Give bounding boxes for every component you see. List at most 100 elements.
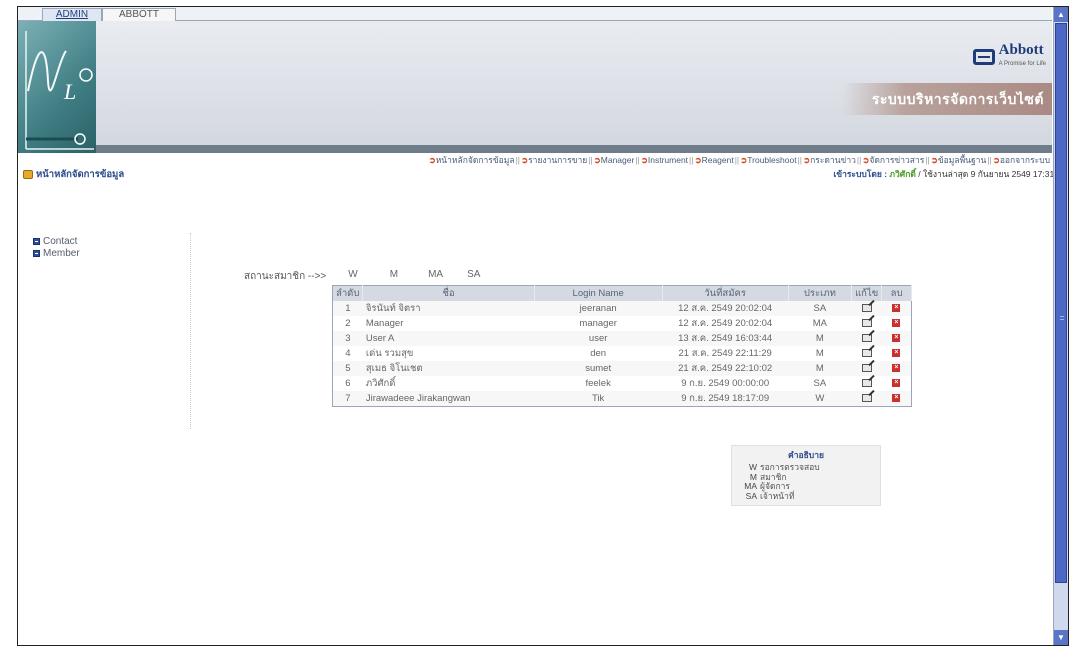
sidebar-item-contact[interactable]: Contact bbox=[33, 235, 80, 247]
row-type: W bbox=[788, 391, 852, 407]
row-type: M bbox=[788, 361, 852, 376]
filter-option-ma[interactable]: MA bbox=[428, 269, 443, 284]
nav-item[interactable]: Manager bbox=[601, 155, 635, 165]
nav-arrow-icon: ➲ bbox=[694, 155, 702, 165]
row-login: feelek bbox=[585, 378, 611, 389]
scroll-up-icon[interactable]: ▲ bbox=[1054, 7, 1068, 22]
tab-admin[interactable]: ADMIN bbox=[42, 8, 102, 21]
edit-cell bbox=[851, 361, 882, 376]
table-row: 3 User Auser 13 ส.ค. 2549 16:03:44 M × bbox=[332, 331, 912, 346]
delete-icon[interactable]: × bbox=[892, 334, 901, 343]
edit-icon[interactable] bbox=[861, 319, 872, 328]
delete-icon[interactable]: × bbox=[892, 394, 901, 403]
edit-icon[interactable] bbox=[861, 394, 872, 403]
legend-desc: เจ้าหน้าที่ bbox=[760, 490, 795, 501]
nav-arrow-icon: ➲ bbox=[640, 155, 648, 165]
edit-cell bbox=[851, 391, 882, 407]
session-info: เข้าระบบโดย : ภวิศักดิ์ / ใช้งานล่าสุด 9… bbox=[833, 167, 1066, 181]
sidebar: Contact Member bbox=[33, 235, 80, 259]
edit-icon[interactable] bbox=[861, 334, 872, 343]
nav-item[interactable]: หน้าหลักจัดการข้อมูล bbox=[436, 155, 515, 165]
row-date: 9 ก.ย. 2549 18:17:09 bbox=[662, 391, 789, 407]
folder-icon bbox=[23, 170, 33, 179]
delete-icon[interactable]: × bbox=[892, 304, 901, 313]
row-number: 3 bbox=[332, 331, 363, 346]
row-date: 12 ส.ค. 2549 20:02:04 bbox=[662, 301, 789, 316]
row-number: 4 bbox=[345, 348, 351, 359]
legend-box: คำอธิบาย W รอการตรวจสอบ M สมาชิก MA ผู้จัดการ… bbox=[731, 445, 881, 506]
row-name: เด่น รวมสุข bbox=[365, 348, 414, 359]
legend-row: SA เจ้าหน้าที่ bbox=[732, 490, 880, 502]
home-link[interactable]: หน้าหลักจัดการข้อมูล bbox=[23, 167, 124, 182]
delete-cell: × bbox=[881, 361, 912, 376]
nav-item[interactable]: ออกจากระบบ bbox=[1000, 155, 1050, 165]
row-number: 5 bbox=[332, 361, 363, 376]
row-type: M bbox=[788, 331, 852, 346]
table-row: 6 ภวิศักดิ์ feelek 9 ก.ย. 2549 00:00:00 SA × bbox=[333, 376, 912, 391]
brand-name: Abbott bbox=[998, 42, 1044, 58]
delete-icon[interactable]: × bbox=[892, 349, 901, 358]
col-header-date: วันที่สมัคร bbox=[662, 285, 789, 301]
delete-icon[interactable]: × bbox=[892, 319, 901, 328]
filter-option-w[interactable]: W bbox=[348, 269, 357, 284]
delete-cell: × bbox=[881, 301, 912, 316]
table-row: 5 สุเมธ จิโนเชต sumet 21 ส.ค. 2549 22:10:02… bbox=[332, 361, 912, 376]
row-date: 21 ส.ค. 2549 22:10:02 bbox=[662, 361, 789, 376]
edit-icon[interactable] bbox=[861, 364, 872, 373]
edit-icon[interactable] bbox=[861, 379, 872, 388]
row-type: SA bbox=[813, 378, 827, 389]
tab-abbott-label: ABBOTT bbox=[118, 9, 159, 20]
edit-cell bbox=[852, 376, 882, 391]
nav-item[interactable]: รายงานการขาย bbox=[528, 155, 587, 165]
row-login: jeeranan bbox=[534, 301, 663, 316]
nav-arrow-icon: ➲ bbox=[593, 155, 601, 165]
row-number: 7 bbox=[332, 391, 363, 407]
delete-cell: × bbox=[882, 346, 912, 361]
col-header-login: Login Name bbox=[534, 285, 663, 301]
edit-cell bbox=[852, 316, 882, 331]
sidebar-item-member[interactable]: Member bbox=[33, 247, 80, 259]
nav-item[interactable]: กระดานข่าว bbox=[810, 155, 856, 165]
row-type: M bbox=[815, 348, 824, 359]
nav-arrow-icon: ➲ bbox=[930, 155, 938, 165]
browser-window: ADMIN ABBOTT L Abbott A Promise for Life… bbox=[17, 6, 1069, 646]
nav-item[interactable]: จัดการข่าวสาร bbox=[869, 155, 924, 165]
vertical-scrollbar[interactable]: ▲ ▼ bbox=[1053, 7, 1068, 645]
expand-icon bbox=[33, 237, 40, 245]
tab-bar: ADMIN ABBOTT bbox=[18, 7, 1052, 21]
nav-item[interactable]: Troubleshoot bbox=[747, 155, 796, 165]
row-date: 12 ส.ค. 2549 20:02:04 bbox=[678, 318, 773, 329]
nav-item[interactable]: ข้อมูลพื้นฐาน bbox=[938, 155, 986, 165]
delete-icon[interactable]: × bbox=[892, 379, 901, 388]
filter-option-sa[interactable]: SA bbox=[467, 269, 480, 284]
col-header-delete: ลบ bbox=[881, 285, 912, 301]
legend-title: คำอธิบาย bbox=[788, 450, 824, 460]
abbott-logo: Abbott A Promise for Life bbox=[972, 42, 1046, 71]
scroll-thumb[interactable] bbox=[1055, 23, 1067, 583]
nav-item[interactable]: Instrument bbox=[648, 155, 688, 165]
edit-icon[interactable] bbox=[861, 304, 872, 313]
row-name: User A bbox=[362, 331, 535, 346]
edit-icon[interactable] bbox=[861, 349, 872, 358]
col-header-edit: แก้ไข bbox=[851, 285, 883, 301]
table-row: 2 Manager manager 12 ส.ค. 2549 20:02:04 MA × bbox=[333, 316, 912, 331]
site-header: L Abbott A Promise for Life ระบบบริหารจั… bbox=[18, 21, 1052, 153]
row-date: 9 ก.ย. 2549 00:00:00 bbox=[681, 378, 770, 389]
edit-cell bbox=[851, 301, 882, 316]
scroll-down-icon[interactable]: ▼ bbox=[1054, 630, 1068, 645]
header-divider bbox=[96, 145, 1052, 153]
table-header-row: ลำดับ ชื่อ Login Name วันที่สมัคร ประเภท… bbox=[332, 285, 912, 301]
row-name: จิรนันท์ จิตรา bbox=[362, 301, 535, 316]
filter-option-m[interactable]: M bbox=[390, 269, 398, 284]
col-header-no: ลำดับ bbox=[332, 285, 364, 301]
tab-abbott[interactable]: ABBOTT bbox=[102, 8, 176, 21]
row-login: den bbox=[590, 348, 607, 359]
delete-icon[interactable]: × bbox=[892, 364, 901, 373]
chart-logo-icon: L bbox=[25, 31, 94, 150]
member-table: ลำดับ ชื่อ Login Name วันที่สมัคร ประเภท… bbox=[332, 285, 912, 407]
delete-cell: × bbox=[882, 316, 912, 331]
nav-item[interactable]: Reagent bbox=[702, 155, 734, 165]
expand-icon bbox=[33, 249, 40, 257]
status-filter-label: สถานะสมาชิก -->> bbox=[244, 271, 327, 282]
delete-cell: × bbox=[882, 376, 912, 391]
